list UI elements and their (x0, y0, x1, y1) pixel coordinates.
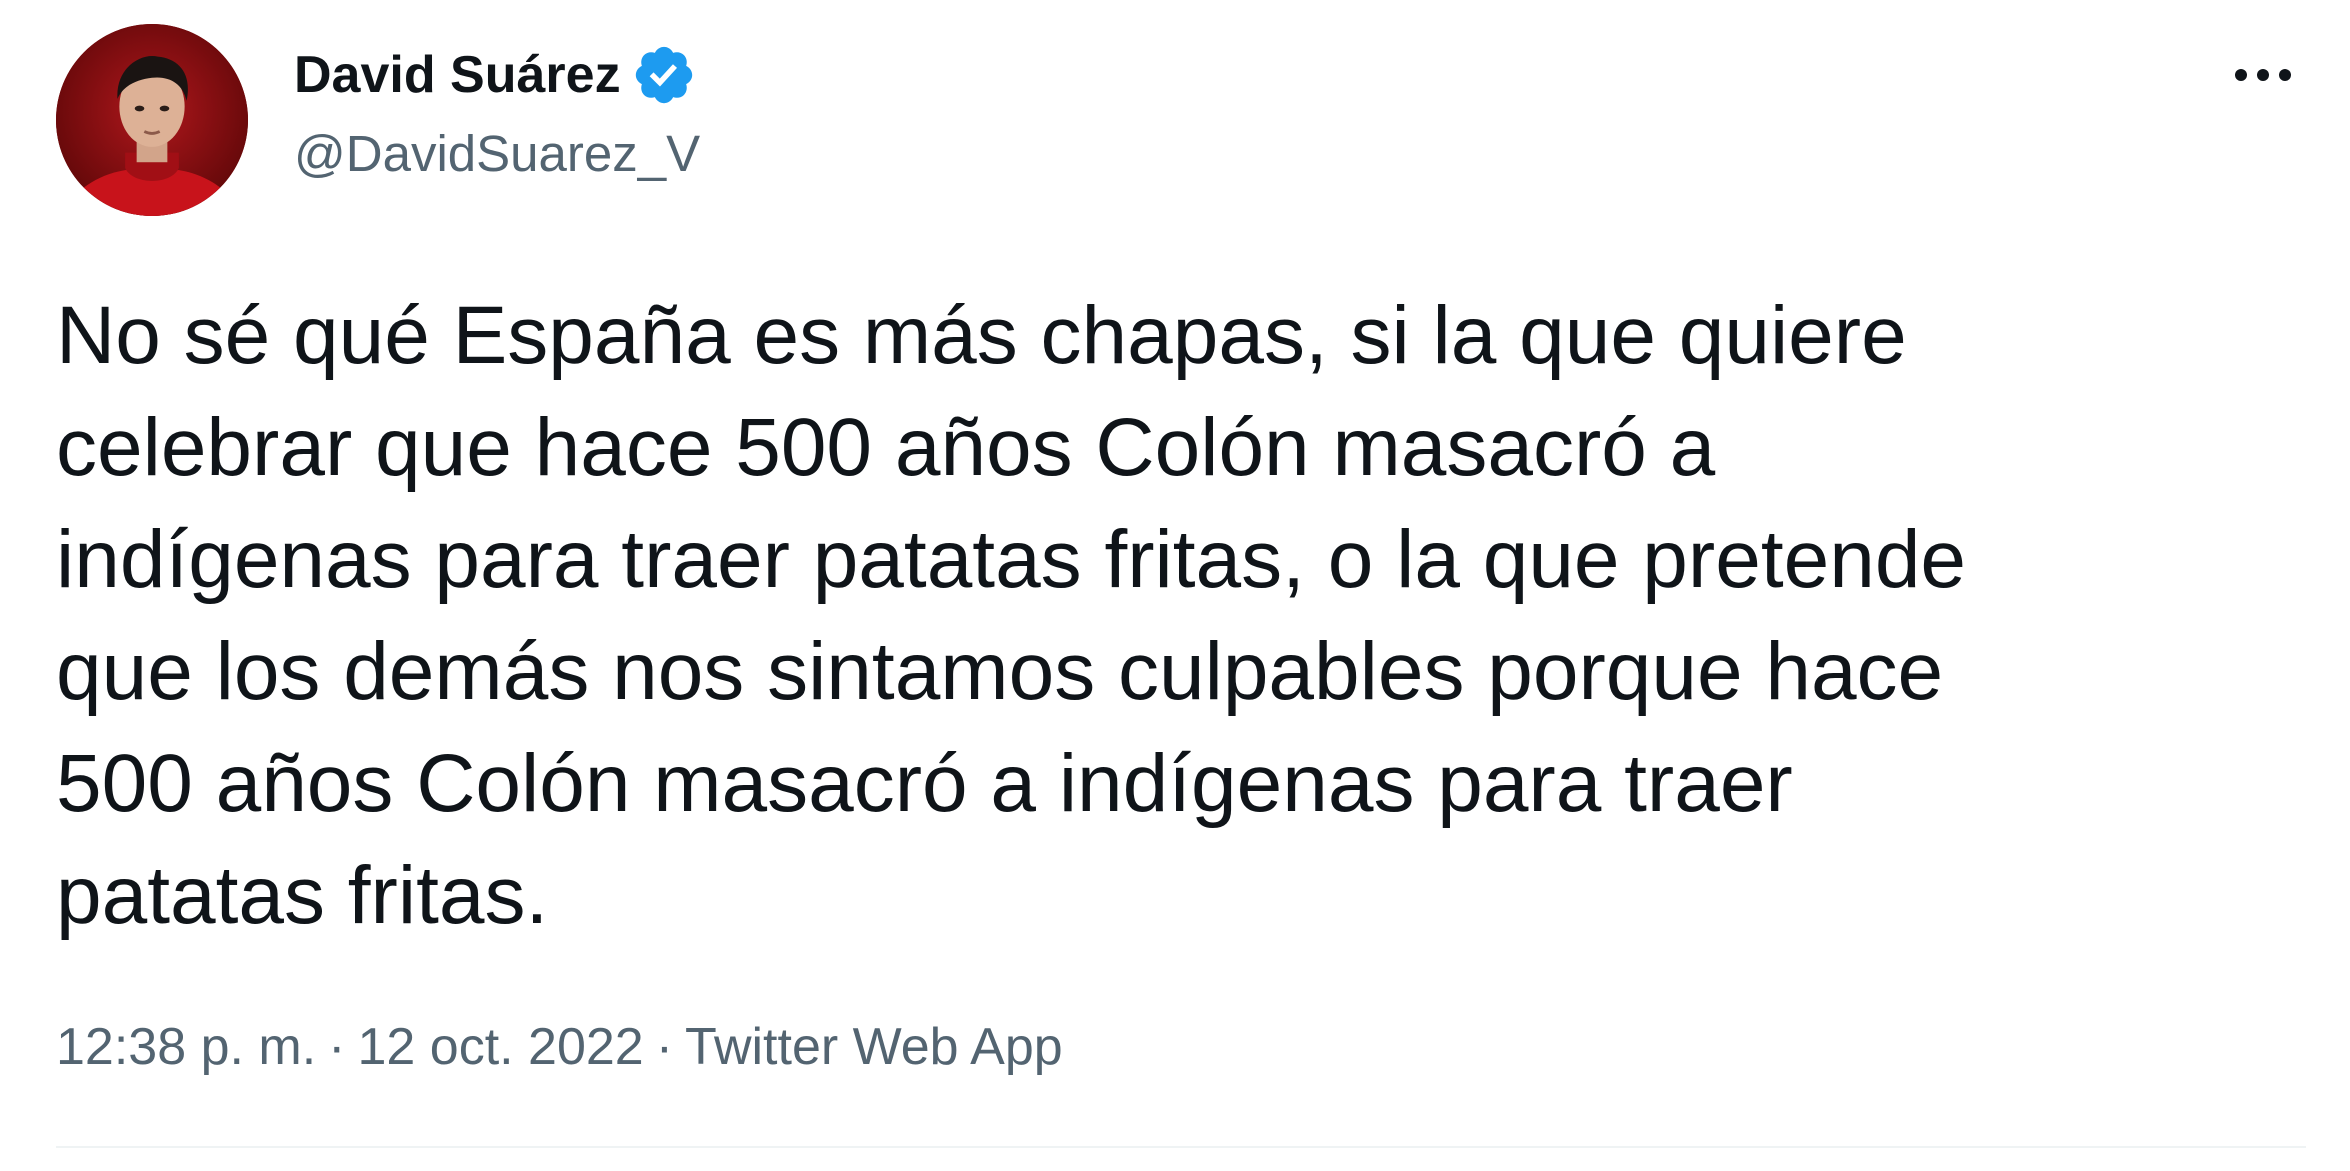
tweet-card: David Suárez @DavidSuarez_V No sé qué Es… (0, 0, 2350, 1171)
author-display-name[interactable]: David Suárez (294, 40, 621, 110)
avatar[interactable] (56, 24, 248, 216)
profile-photo (56, 24, 248, 216)
tweet-source[interactable]: Twitter Web App (685, 1012, 1063, 1082)
author-handle[interactable]: @DavidSuarez_V (294, 122, 700, 186)
meta-separator: · (328, 1018, 346, 1076)
meta-separator: · (655, 1018, 674, 1076)
more-horizontal-icon (2235, 69, 2291, 81)
tweet-metadata: 12:38 p. m. · 12 oct. 2022 · Twitter Web… (56, 1012, 1063, 1082)
tweet-text: No sé qué España es más chapas, si la qu… (56, 290, 1967, 941)
divider (56, 1146, 2306, 1148)
verified-badge-icon (631, 42, 697, 108)
more-options-button[interactable] (2220, 40, 2306, 110)
author-name-row: David Suárez (294, 40, 697, 110)
tweet-time[interactable]: 12:38 p. m. (56, 1012, 316, 1082)
tweet-date[interactable]: 12 oct. 2022 (357, 1012, 643, 1082)
